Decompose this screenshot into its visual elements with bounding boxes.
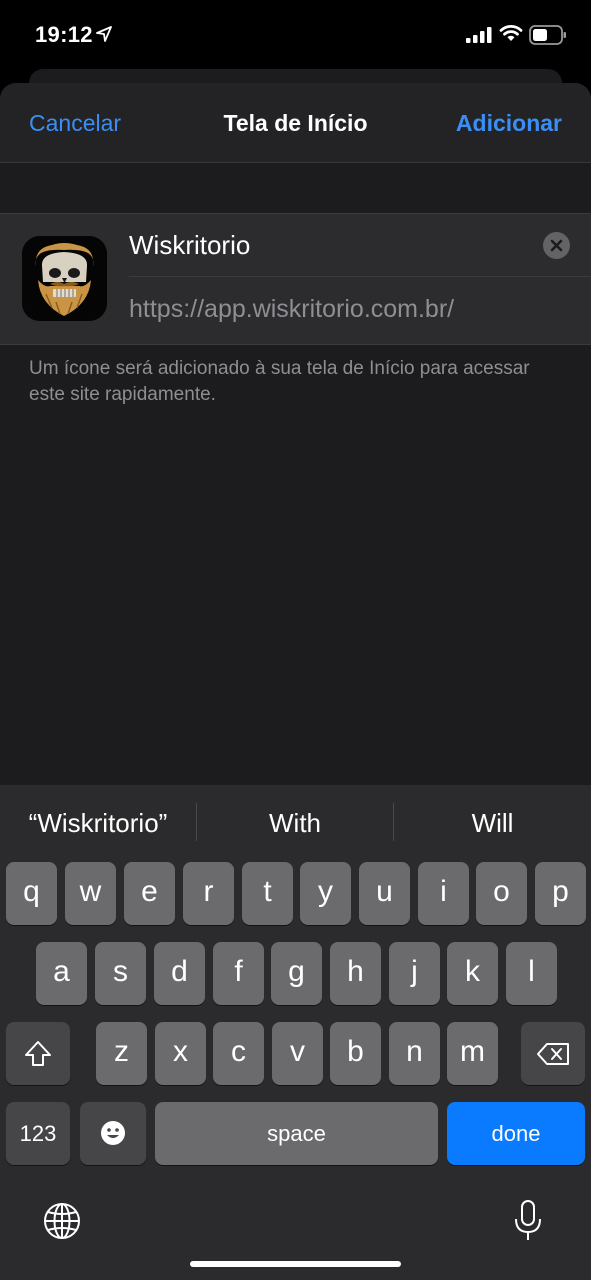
keyboard: “Wiskritorio” With Will q w e r t y u i …	[0, 785, 591, 1280]
key-t[interactable]: t	[242, 862, 293, 925]
app-icon	[22, 236, 107, 321]
space-key[interactable]: space	[155, 1102, 438, 1165]
key-l[interactable]: l	[506, 942, 557, 1005]
navigation-bar: Cancelar Tela de Início Adicionar	[0, 83, 591, 163]
signal-icon	[466, 27, 492, 43]
key-q[interactable]: q	[6, 862, 57, 925]
key-k[interactable]: k	[447, 942, 498, 1005]
status-time: 19:12	[35, 22, 93, 47]
shift-key[interactable]	[6, 1022, 70, 1085]
suggestion-1[interactable]: “Wiskritorio”	[0, 785, 196, 861]
key-i[interactable]: i	[418, 862, 469, 925]
key-b[interactable]: b	[330, 1022, 381, 1085]
clear-button[interactable]	[543, 232, 570, 259]
location-arrow-icon	[96, 26, 112, 42]
clear-icon	[550, 239, 563, 252]
key-p[interactable]: p	[535, 862, 586, 925]
key-o[interactable]: o	[476, 862, 527, 925]
done-key[interactable]: done	[447, 1102, 585, 1165]
add-button[interactable]: Adicionar	[456, 110, 562, 137]
shift-icon	[25, 1041, 51, 1066]
microphone-icon[interactable]	[512, 1199, 544, 1243]
cancel-button[interactable]: Cancelar	[29, 110, 121, 137]
key-n[interactable]: n	[389, 1022, 440, 1085]
wifi-icon	[499, 25, 523, 41]
key-z[interactable]: z	[96, 1022, 147, 1085]
backspace-key[interactable]	[521, 1022, 585, 1085]
field-divider	[129, 276, 591, 277]
battery-icon	[529, 25, 566, 45]
key-e[interactable]: e	[124, 862, 175, 925]
key-h[interactable]: h	[330, 942, 381, 1005]
key-s[interactable]: s	[95, 942, 146, 1005]
key-a[interactable]: a	[36, 942, 87, 1005]
key-v[interactable]: v	[272, 1022, 323, 1085]
key-m[interactable]: m	[447, 1022, 498, 1085]
name-input[interactable]	[129, 226, 519, 264]
key-g[interactable]: g	[271, 942, 322, 1005]
key-f[interactable]: f	[213, 942, 264, 1005]
site-url: https://app.wiskritorio.com.br/	[129, 295, 455, 323]
suggestion-2[interactable]: With	[197, 785, 393, 861]
globe-icon[interactable]	[42, 1201, 82, 1241]
skull-logo-icon	[22, 236, 107, 321]
helper-text: Um ícone será adicionado à sua tela de I…	[29, 358, 530, 405]
suggestion-3[interactable]: Will	[394, 785, 591, 861]
status-bar: 19:12	[0, 0, 591, 70]
numbers-key[interactable]: 123	[6, 1102, 70, 1165]
key-j[interactable]: j	[389, 942, 440, 1005]
key-y[interactable]: y	[300, 862, 351, 925]
key-r[interactable]: r	[183, 862, 234, 925]
key-x[interactable]: x	[155, 1022, 206, 1085]
key-c[interactable]: c	[213, 1022, 264, 1085]
backspace-icon	[537, 1043, 569, 1065]
bookmark-form: https://app.wiskritorio.com.br/	[0, 213, 591, 345]
emoji-key[interactable]	[80, 1102, 146, 1165]
key-u[interactable]: u	[359, 862, 410, 925]
home-indicator	[190, 1261, 401, 1267]
key-w[interactable]: w	[65, 862, 116, 925]
emoji-icon	[101, 1121, 125, 1145]
key-d[interactable]: d	[154, 942, 205, 1005]
